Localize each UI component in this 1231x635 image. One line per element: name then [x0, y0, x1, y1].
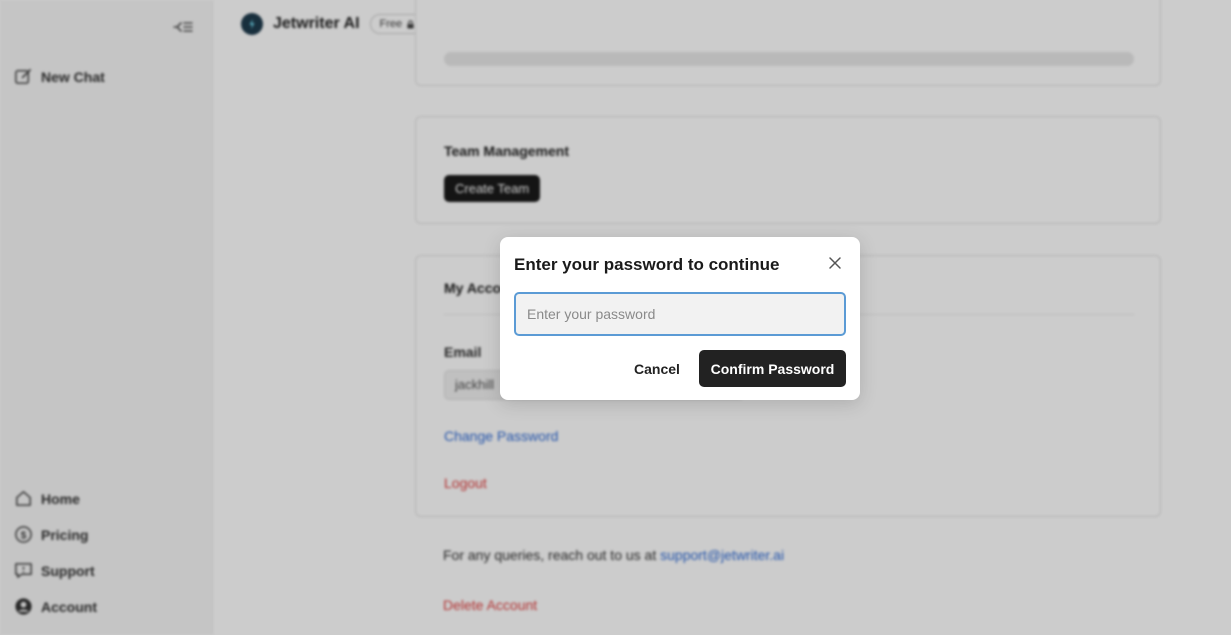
- password-dialog: Enter your password to continue Cancel C…: [500, 237, 860, 400]
- password-input[interactable]: [514, 292, 846, 336]
- dialog-title: Enter your password to continue: [514, 255, 780, 274]
- close-icon[interactable]: [826, 254, 844, 272]
- confirm-password-button[interactable]: Confirm Password: [699, 350, 846, 387]
- cancel-button[interactable]: Cancel: [620, 351, 694, 387]
